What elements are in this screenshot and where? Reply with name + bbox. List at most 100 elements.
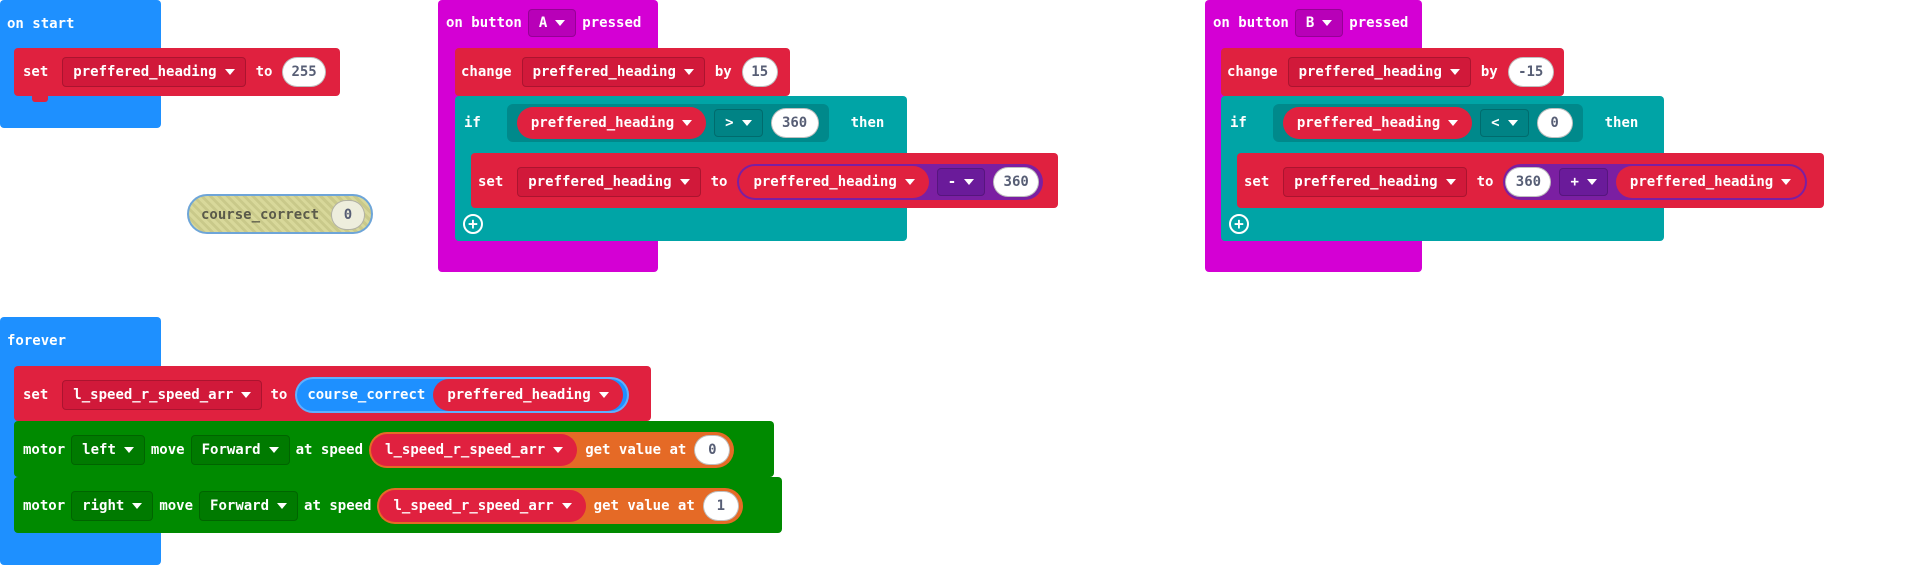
operand-input[interactable]: 360 [1505,167,1552,197]
variable-reporter[interactable]: preffered_heading [516,107,707,139]
motor-keyword: motor [23,498,66,514]
variable-name: preffered_heading [528,174,672,190]
on-start-set-block[interactable]: set preffered_heading to 255 [14,48,340,102]
chevron-down-icon [741,120,752,126]
forever-label: forever [7,333,67,349]
then-keyword: then [850,115,885,131]
comparison-block[interactable]: preffered_heading < 0 [1272,104,1583,142]
chevron-down-icon [1445,179,1456,185]
at-speed-keyword: at speed [304,498,372,514]
direction-value: Forward [201,442,261,458]
arithmetic-block[interactable]: 360 + preffered_heading [1503,164,1808,200]
argument-input[interactable]: 0 [331,200,366,230]
variable-name: preffered_heading [753,174,897,190]
add-else-icon[interactable]: + [463,214,483,234]
variable-dropdown[interactable]: preffered_heading [517,167,701,197]
motor-left-block[interactable]: motor left move Forward at speed l_speed… [14,421,774,477]
operator-dropdown[interactable]: + [1559,168,1608,196]
array-get-reporter[interactable]: l_speed_r_speed_arr get value at 1 [377,488,743,524]
chevron-down-icon [224,69,235,75]
variable-dropdown[interactable]: preffered_heading [62,57,246,87]
direction-dropdown[interactable]: Forward [190,435,290,465]
function-name: course_correct [307,387,426,403]
variable-reporter[interactable]: preffered_heading [739,166,929,198]
variable-reporter[interactable]: preffered_heading [1282,107,1473,139]
variable-name: preffered_heading [1629,174,1774,190]
motor-right-block[interactable]: motor right move Forward at speed l_spee… [14,477,782,533]
operator-dropdown[interactable]: - [936,168,986,196]
variable-reporter[interactable]: l_speed_r_speed_arr [371,434,578,466]
chevron-down-icon [683,69,694,75]
course-correct-call-block[interactable]: course_correct 0 [187,194,373,234]
move-keyword: move [159,498,194,514]
if-keyword: if [464,115,481,131]
chevron-down-icon [1507,120,1518,126]
to-keyword: to [1476,174,1494,190]
variable-name: preffered_heading [1294,174,1438,190]
by-keyword: by [1480,64,1498,80]
chevron-down-icon [598,392,609,398]
comparison-block[interactable]: preffered_heading > 360 [506,104,829,142]
to-keyword: to [255,64,273,80]
variable-dropdown[interactable]: preffered_heading [1287,57,1471,87]
change-a-block[interactable]: change preffered_heading by 15 [455,48,790,96]
index-input[interactable]: 0 [694,435,731,465]
if-keyword: if [1230,115,1247,131]
button-dropdown[interactable]: A [527,9,577,37]
course-correct-reporter[interactable]: course_correct preffered_heading [295,377,629,413]
chevron-down-icon [1448,120,1459,126]
function-name: course_correct [201,207,320,223]
get-value-label: get value at [593,498,695,514]
side-dropdown[interactable]: left [71,435,145,465]
variable-dropdown[interactable]: l_speed_r_speed_arr [62,380,263,410]
chevron-down-icon [1322,20,1333,26]
set-b-block[interactable]: set preffered_heading to 360 + preffered… [1237,153,1824,208]
array-get-reporter[interactable]: l_speed_r_speed_arr get value at 0 [369,432,735,468]
chevron-down-icon [277,503,288,509]
direction-dropdown[interactable]: Forward [199,491,299,521]
variable-reporter[interactable]: l_speed_r_speed_arr [379,490,586,522]
chevron-down-icon [561,503,572,509]
compare-value-input[interactable]: 0 [1536,108,1573,138]
change-keyword: change [1227,64,1278,80]
chevron-down-icon [555,20,566,26]
set-a-block[interactable]: set preffered_heading to preffered_headi… [471,153,1058,208]
variable-dropdown[interactable]: preffered_heading [1283,167,1467,197]
button-name: B [1305,15,1315,31]
value-input[interactable]: -15 [1507,57,1554,87]
on-start-label: on start [7,16,75,32]
forever-set-block[interactable]: set l_speed_r_speed_arr to course_correc… [14,366,651,421]
variable-name: preffered_heading [447,387,591,403]
set-keyword: set [23,64,49,80]
value-input[interactable]: 255 [282,57,326,87]
motor-keyword: motor [23,442,66,458]
index-input[interactable]: 1 [702,491,739,521]
variable-reporter[interactable]: preffered_heading [433,379,623,411]
button-name: A [538,15,548,31]
to-keyword: to [710,174,728,190]
compare-value-input[interactable]: 360 [770,108,819,138]
set-keyword: set [478,174,504,190]
variable-reporter[interactable]: preffered_heading [1615,166,1806,198]
chevron-down-icon [1781,179,1792,185]
variable-dropdown[interactable]: preffered_heading [521,57,705,87]
button-dropdown[interactable]: B [1294,9,1344,37]
at-speed-keyword: at speed [295,442,364,458]
chevron-down-icon [1449,69,1460,75]
arithmetic-block[interactable]: preffered_heading - 360 [737,164,1044,200]
change-keyword: change [461,64,512,80]
event-prefix: on button [446,15,522,31]
change-b-block[interactable]: change preffered_heading by -15 [1221,48,1564,96]
variable-name: preffered_heading [530,115,675,131]
side-value: right [82,498,125,514]
then-keyword: then [1604,115,1639,131]
chevron-down-icon [268,447,279,453]
operator-dropdown[interactable]: > [714,109,763,137]
value-input[interactable]: 15 [741,57,778,87]
side-dropdown[interactable]: right [71,491,154,521]
move-keyword: move [150,442,185,458]
operand-input[interactable]: 360 [993,167,1040,197]
operator: - [947,174,957,190]
operator-dropdown[interactable]: < [1480,109,1529,137]
add-else-icon[interactable]: + [1229,214,1249,234]
